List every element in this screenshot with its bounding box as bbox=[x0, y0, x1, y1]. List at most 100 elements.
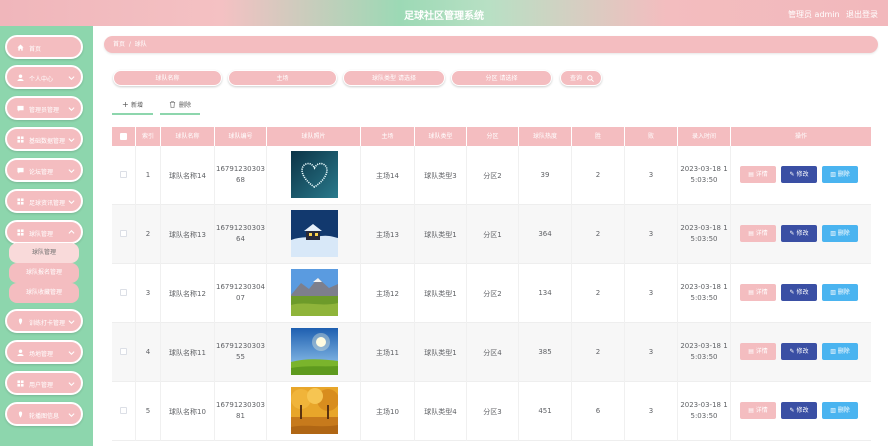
trash-icon: ▥ bbox=[830, 171, 838, 178]
time-line1: 2023-03-18 1 bbox=[680, 283, 728, 291]
row-checkbox[interactable] bbox=[120, 289, 127, 296]
time-line2: 5:03:50 bbox=[690, 353, 718, 361]
row-checkbox[interactable] bbox=[120, 407, 127, 414]
actions-cell: ▤ 详情 ✎ 修改 ▥ 删除 bbox=[731, 323, 871, 382]
index-cell: 1 bbox=[136, 146, 161, 205]
index-cell: 3 bbox=[136, 264, 161, 323]
name-cell: 球队名称13 bbox=[161, 205, 215, 264]
row-checkbox[interactable] bbox=[120, 348, 127, 355]
logout-link[interactable]: 退出登录 bbox=[846, 9, 878, 20]
sidebar-item-admin[interactable]: 管理员管理 bbox=[5, 96, 83, 120]
home-value: 主场14 bbox=[376, 172, 399, 180]
sidebar-item-label: 场地管理 bbox=[29, 351, 54, 358]
row-checkbox[interactable] bbox=[120, 230, 127, 237]
detail-button[interactable]: ▤ 详情 bbox=[740, 284, 776, 301]
delete-button[interactable]: ▥ 删除 bbox=[822, 343, 858, 360]
detail-button[interactable]: ▤ 详情 bbox=[740, 225, 776, 242]
sidebar-item-forum[interactable]: 论坛管理 bbox=[5, 158, 83, 182]
detail-button[interactable]: ▤ 详情 bbox=[740, 402, 776, 419]
heat-cell: 385 bbox=[519, 323, 572, 382]
file-icon: ▤ bbox=[748, 407, 756, 414]
top-bar: 足球社区管理系统 管理员 admin 退出登录 bbox=[0, 0, 888, 26]
delete-button[interactable]: ▥ 删除 bbox=[822, 166, 858, 183]
chevron-down-icon bbox=[68, 413, 75, 417]
detail-label: 详情 bbox=[755, 289, 768, 296]
delete-label: 删除 bbox=[837, 348, 850, 355]
app-title: 足球社区管理系统 bbox=[404, 11, 484, 22]
edit-button[interactable]: ✎ 修改 bbox=[781, 166, 817, 183]
header-heat: 球队热度 bbox=[519, 127, 572, 146]
sidebar-item-profile[interactable]: 个人中心 bbox=[5, 65, 83, 89]
sidebar-item-base-data[interactable]: 基础数据管理 bbox=[5, 127, 83, 151]
team-type-select[interactable]: 球队类型 请选择 bbox=[343, 70, 445, 86]
submenu-team-favorite[interactable]: 球队收藏管理 bbox=[9, 283, 79, 303]
chat-icon bbox=[17, 105, 24, 112]
breadcrumb-separator: / bbox=[128, 41, 131, 48]
detail-button[interactable]: ▤ 详情 bbox=[740, 343, 776, 360]
code-cell: 16791230303 64 bbox=[215, 205, 267, 264]
type-cell: 球队类型4 bbox=[415, 382, 467, 441]
zone-cell: 分区2 bbox=[467, 146, 519, 205]
add-button[interactable]: + 新增 bbox=[112, 99, 153, 115]
detail-label: 详情 bbox=[755, 230, 768, 237]
actions-cell: ▤ 详情 ✎ 修改 ▥ 删除 bbox=[731, 264, 871, 323]
team-name-input[interactable]: 球队名称 bbox=[113, 70, 222, 86]
loss-value: 3 bbox=[648, 348, 654, 356]
loss-value: 3 bbox=[648, 407, 654, 415]
detail-button[interactable]: ▤ 详情 bbox=[740, 166, 776, 183]
index-value: 4 bbox=[145, 348, 151, 356]
heat-value: 385 bbox=[538, 348, 552, 356]
sidebar-item-training[interactable]: 训练打卡管理 bbox=[5, 309, 83, 333]
breadcrumb: 首页 / 球队 bbox=[104, 36, 878, 53]
home-ground-input[interactable]: 主场 bbox=[228, 70, 337, 86]
header-loss: 败 bbox=[625, 127, 678, 146]
team-photo[interactable] bbox=[291, 387, 338, 434]
delete-button[interactable]: ▥ 删除 bbox=[822, 284, 858, 301]
sidebar-item-carousel[interactable]: 轮播图信息 bbox=[5, 402, 83, 426]
zone-value: 分区3 bbox=[483, 408, 502, 416]
batch-delete-button[interactable]: 删除 bbox=[160, 99, 200, 115]
sidebar-item-label: 首页 bbox=[29, 46, 42, 53]
table-row: 4 球队名称11 16791230303 55 主场11 球队类型1 分区4 385 2 3 202… bbox=[112, 323, 871, 382]
actions-cell: ▤ 详情 ✎ 修改 ▥ 删除 bbox=[731, 146, 871, 205]
team-name-value: 球队名称11 bbox=[169, 349, 206, 357]
sidebar-item-users[interactable]: 用户管理 bbox=[5, 371, 83, 395]
sidebar-item-news[interactable]: 足球资讯管理 bbox=[5, 189, 83, 213]
code-cell: 16791230303 55 bbox=[215, 323, 267, 382]
select-all-checkbox[interactable] bbox=[120, 133, 127, 140]
detail-label: 详情 bbox=[755, 348, 768, 355]
submenu-team-signup[interactable]: 球队报名管理 bbox=[9, 263, 79, 283]
sidebar-item-team[interactable]: 球队管理 bbox=[5, 220, 83, 244]
edit-button[interactable]: ✎ 修改 bbox=[781, 225, 817, 242]
edit-button[interactable]: ✎ 修改 bbox=[781, 402, 817, 419]
home-value: 主场13 bbox=[376, 231, 399, 239]
sidebar-item-venue[interactable]: 场地管理 bbox=[5, 340, 83, 364]
chevron-down-icon bbox=[68, 169, 75, 173]
sidebar-item-label: 训练打卡管理 bbox=[29, 320, 66, 327]
table-row: 5 球队名称10 16791230303 81 主场10 球队类型4 分区3 451 6 3 202… bbox=[112, 382, 871, 441]
time-cell: 2023-03-18 1 5:03:50 bbox=[678, 323, 731, 382]
team-photo[interactable] bbox=[291, 151, 338, 198]
breadcrumb-home[interactable]: 首页 bbox=[113, 41, 125, 48]
submenu-team-manage[interactable]: 球队管理 bbox=[9, 243, 79, 263]
team-photo[interactable] bbox=[291, 269, 338, 316]
row-checkbox[interactable] bbox=[120, 171, 127, 178]
delete-button[interactable]: ▥ 删除 bbox=[822, 402, 858, 419]
team-photo[interactable] bbox=[291, 210, 338, 257]
photo-cell bbox=[267, 205, 361, 264]
trash-icon: ▥ bbox=[830, 348, 838, 355]
time-line2: 5:03:50 bbox=[690, 294, 718, 302]
header-win: 胜 bbox=[572, 127, 625, 146]
edit-button[interactable]: ✎ 修改 bbox=[781, 343, 817, 360]
chevron-down-icon bbox=[68, 76, 75, 80]
team-photo[interactable] bbox=[291, 328, 338, 375]
query-button[interactable]: 查询 bbox=[560, 70, 602, 86]
team-code-line2: 64 bbox=[236, 235, 245, 243]
edit-button[interactable]: ✎ 修改 bbox=[781, 284, 817, 301]
zone-select[interactable]: 分区 请选择 bbox=[451, 70, 552, 86]
delete-button[interactable]: ▥ 删除 bbox=[822, 225, 858, 242]
actions-cell: ▤ 详情 ✎ 修改 ▥ 删除 bbox=[731, 382, 871, 441]
sidebar-item-home[interactable]: 首页 bbox=[5, 35, 83, 59]
heat-value: 39 bbox=[540, 171, 550, 179]
index-cell: 5 bbox=[136, 382, 161, 441]
